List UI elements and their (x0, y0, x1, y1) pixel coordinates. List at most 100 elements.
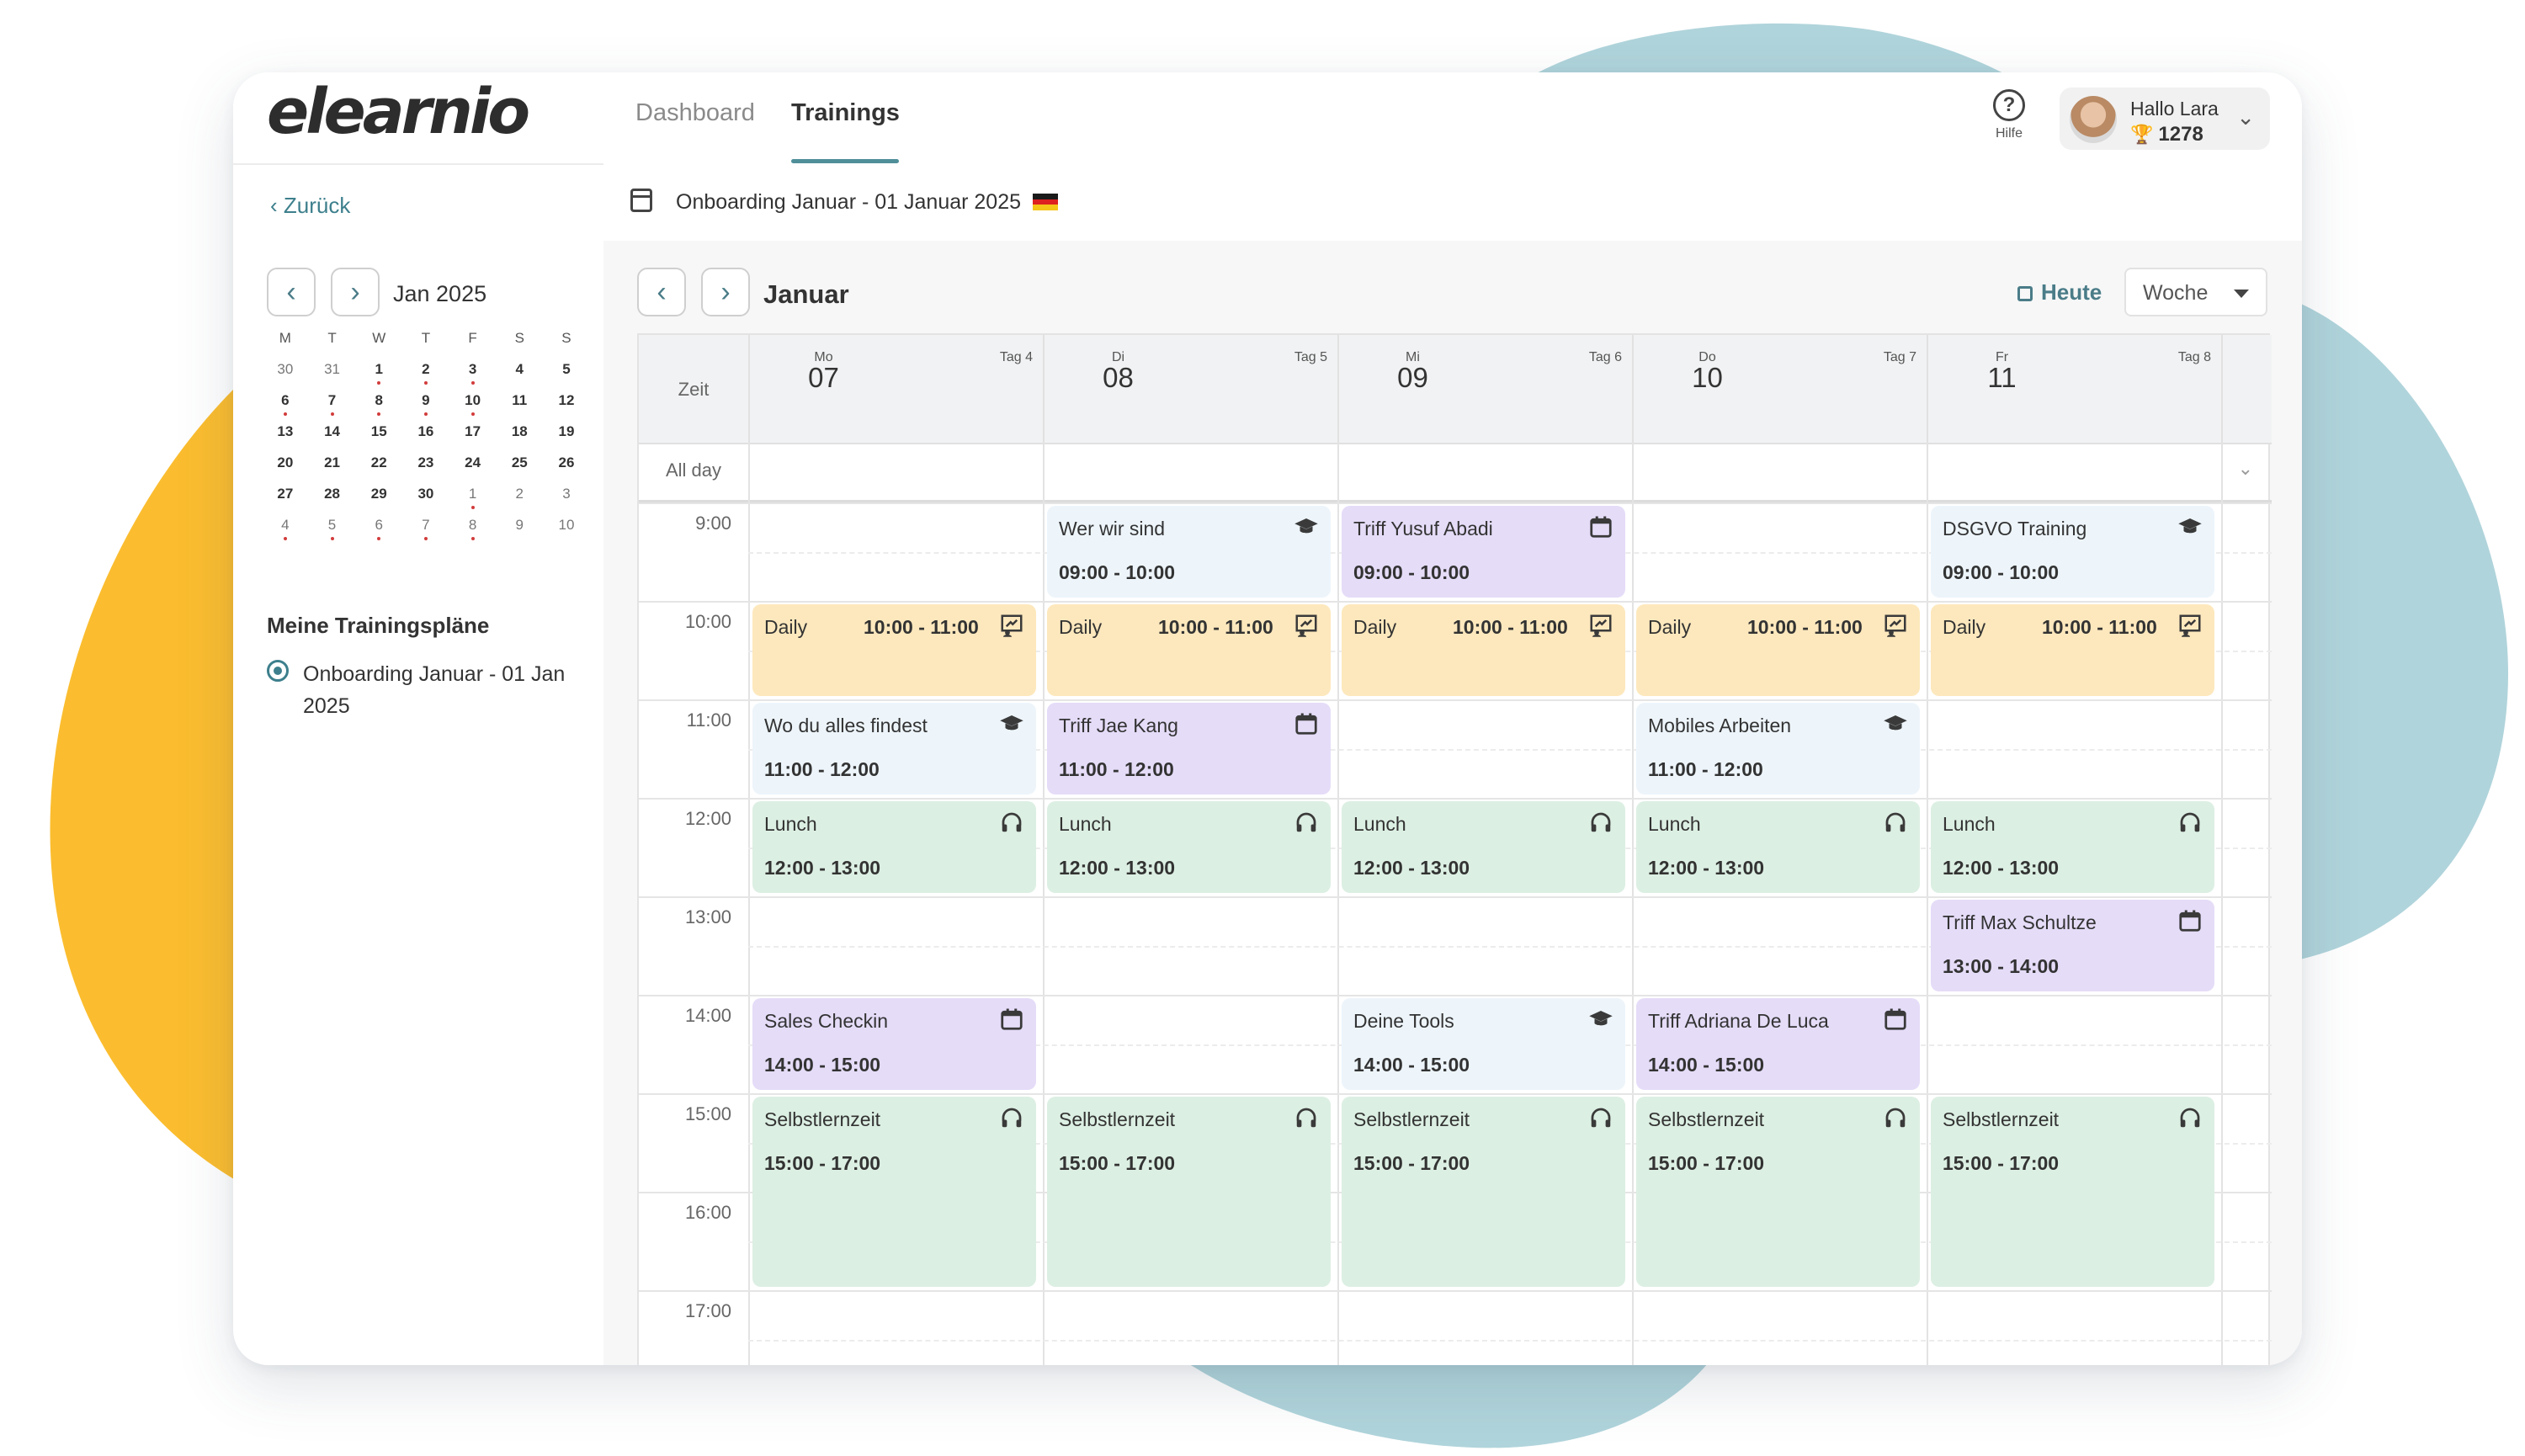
mini-day[interactable]: 13 (262, 423, 309, 440)
calendar-event[interactable]: Deine Tools 14:00 - 15:00 (1342, 998, 1625, 1090)
view-select-value: Woche (2143, 281, 2209, 305)
day-header-do[interactable]: Do 10 Tag 7 (1632, 335, 1927, 443)
plan-radio[interactable] (267, 660, 289, 682)
view-select[interactable]: Woche (2124, 268, 2267, 316)
event-title: Lunch (1059, 813, 1112, 835)
mini-day[interactable]: 28 (309, 486, 356, 502)
chevron-down-icon[interactable]: ⌄ (2238, 458, 2253, 480)
calendar-event[interactable]: Mobiles Arbeiten 11:00 - 12:00 (1636, 703, 1920, 794)
mini-day[interactable]: 19 (543, 423, 590, 440)
calendar-event[interactable]: Sales Checkin 14:00 - 15:00 (752, 998, 1036, 1090)
event-time: 10:00 - 11:00 (1453, 616, 1568, 638)
calendar-event[interactable]: Lunch 12:00 - 13:00 (1931, 801, 2214, 893)
calendar-prev-button[interactable]: ‹ (637, 268, 686, 316)
user-menu[interactable]: Hallo Lara 🏆 1278 ⌄ (2060, 88, 2270, 150)
calendar-event[interactable]: Selbstlernzeit 15:00 - 17:00 (752, 1097, 1036, 1287)
mini-calendar-weekdays: M T W T F S S (262, 330, 590, 347)
calendar-event[interactable]: Selbstlernzeit 15:00 - 17:00 (1931, 1097, 2214, 1287)
calendar-event[interactable]: Selbstlernzeit 15:00 - 17:00 (1047, 1097, 1331, 1287)
calendar-event[interactable]: Daily 10:00 - 11:00 (1636, 604, 1920, 696)
mini-day[interactable]: 7 (402, 517, 449, 540)
help-icon: ? (1993, 89, 2025, 121)
mini-day[interactable]: 14 (309, 423, 356, 440)
mini-day[interactable]: 30 (402, 486, 449, 502)
mini-day[interactable]: 12 (543, 392, 590, 409)
mini-day[interactable]: 17 (449, 423, 497, 440)
mini-day[interactable]: 31 (309, 361, 356, 378)
mini-day[interactable]: 8 (355, 392, 402, 416)
mini-day[interactable]: 15 (355, 423, 402, 440)
calendar-event[interactable]: Daily 10:00 - 11:00 (1047, 604, 1331, 696)
mini-day[interactable]: 7 (309, 392, 356, 416)
nav-tab-dashboard[interactable]: Dashboard (635, 101, 755, 125)
back-link[interactable]: ‹ Zurück (270, 193, 350, 219)
mini-day[interactable]: 24 (449, 454, 497, 471)
mini-day[interactable]: 18 (496, 423, 543, 440)
calendar-event[interactable]: Triff Max Schultze 13:00 - 14:00 (1931, 900, 2214, 991)
mini-day[interactable]: 9 (496, 517, 543, 534)
weekday-label: S (561, 330, 571, 346)
day-header-di[interactable]: Di 08 Tag 5 (1043, 335, 1337, 443)
mini-day[interactable]: 1 (449, 486, 497, 509)
mini-calendar-week: 13 14 15 16 17 18 19 (262, 423, 590, 440)
plan-label[interactable]: Onboarding Januar - 01 Jan 2025 (303, 658, 581, 722)
calendar-event[interactable]: Daily 10:00 - 11:00 (1931, 604, 2214, 696)
help-button[interactable]: ? Hilfe (1988, 89, 2030, 141)
today-button[interactable]: Heute (2017, 279, 2102, 306)
calendar-event[interactable]: Lunch 12:00 - 13:00 (1342, 801, 1625, 893)
mini-day[interactable]: 23 (402, 454, 449, 471)
mini-day[interactable]: 30 (262, 361, 309, 378)
mini-day[interactable]: 3 (449, 361, 497, 385)
mini-day[interactable]: 4 (496, 361, 543, 378)
mini-day[interactable]: 4 (262, 517, 309, 540)
mini-day[interactable]: 27 (262, 486, 309, 502)
mini-day[interactable]: 25 (496, 454, 543, 471)
mini-day[interactable]: 11 (496, 392, 543, 409)
calendar-next-button[interactable]: › (701, 268, 750, 316)
minical-prev-button[interactable]: ‹ (267, 268, 316, 316)
calendar-event[interactable]: Selbstlernzeit 15:00 - 17:00 (1636, 1097, 1920, 1287)
minical-next-button[interactable]: › (331, 268, 380, 316)
mini-day[interactable]: 6 (262, 392, 309, 416)
day-header-fr[interactable]: Fr 11 Tag 8 (1927, 335, 2221, 443)
mini-day[interactable]: 2 (402, 361, 449, 385)
calendar-event[interactable]: Wo du alles findest 11:00 - 12:00 (752, 703, 1036, 794)
elearnio-logo[interactable]: elearnio (267, 81, 530, 143)
calendar-event[interactable]: Triff Adriana De Luca 14:00 - 15:00 (1636, 998, 1920, 1090)
calendar-event[interactable]: Wer wir sind 09:00 - 10:00 (1047, 506, 1331, 598)
calendar-event[interactable]: Daily 10:00 - 11:00 (752, 604, 1036, 696)
mini-day[interactable]: 22 (355, 454, 402, 471)
event-time: 14:00 - 15:00 (764, 1054, 881, 1076)
time-label: 13:00 (684, 906, 731, 927)
mini-day[interactable]: 16 (402, 423, 449, 440)
mini-day[interactable]: 5 (309, 517, 356, 540)
calendar-event[interactable]: Triff Jae Kang 11:00 - 12:00 (1047, 703, 1331, 794)
mini-day[interactable]: 29 (355, 486, 402, 502)
day-column-divider (1043, 443, 1045, 1365)
mini-day[interactable]: 1 (355, 361, 402, 385)
calendar-event[interactable]: Lunch 12:00 - 13:00 (1636, 801, 1920, 893)
mini-day[interactable]: 8 (449, 517, 497, 540)
calendar-event[interactable]: Daily 10:00 - 11:00 (1342, 604, 1625, 696)
calendar-event[interactable]: Lunch 12:00 - 13:00 (1047, 801, 1331, 893)
event-title: DSGVO Training (1943, 518, 2087, 539)
calendar-event[interactable]: Triff Yusuf Abadi 09:00 - 10:00 (1342, 506, 1625, 598)
nav-tab-trainings[interactable]: Trainings (791, 101, 900, 125)
mini-day[interactable]: 6 (355, 517, 402, 540)
calendar-event[interactable]: Selbstlernzeit 15:00 - 17:00 (1342, 1097, 1625, 1287)
mini-day[interactable]: 3 (543, 486, 590, 502)
mini-day[interactable]: 26 (543, 454, 590, 471)
event-title: Triff Max Schultze (1943, 911, 2097, 933)
mini-day[interactable]: 10 (543, 517, 590, 534)
mini-day[interactable]: 9 (402, 392, 449, 416)
mini-day[interactable]: 21 (309, 454, 356, 471)
mini-day[interactable]: 5 (543, 361, 590, 378)
hour-line (639, 896, 2272, 898)
mini-day[interactable]: 2 (496, 486, 543, 502)
mini-day[interactable]: 20 (262, 454, 309, 471)
calendar-event[interactable]: Lunch 12:00 - 13:00 (752, 801, 1036, 893)
mini-day[interactable]: 10 (449, 392, 497, 416)
day-header-mi[interactable]: Mi 09 Tag 6 (1337, 335, 1632, 443)
day-header-mo[interactable]: Mo 07 Tag 4 (748, 335, 1043, 443)
calendar-event[interactable]: DSGVO Training 09:00 - 10:00 (1931, 506, 2214, 598)
